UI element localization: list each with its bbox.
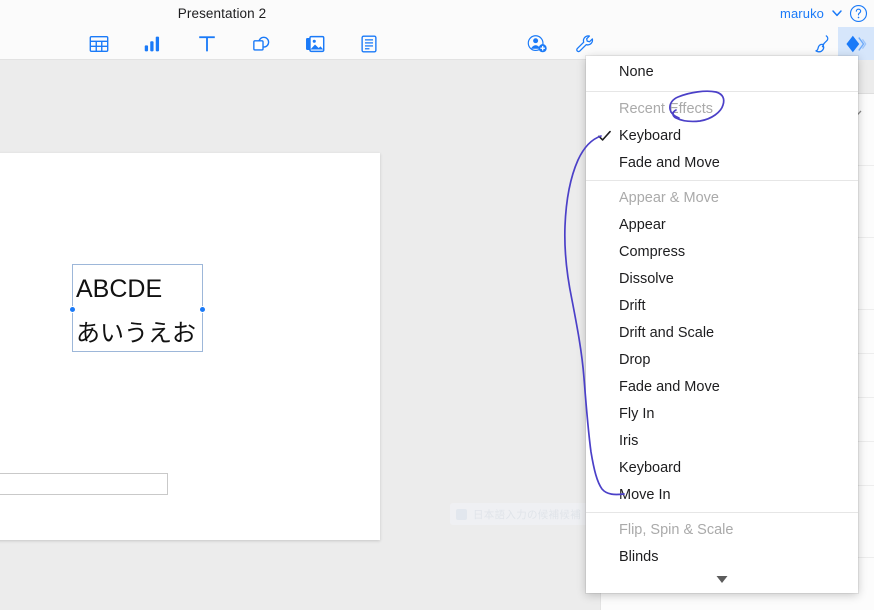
menu-scroll-area[interactable]: None Recent Effects Keyboard Fade and Mo… <box>586 56 858 581</box>
menu-item-drop[interactable]: Drop <box>586 346 858 373</box>
menu-item-move-in[interactable]: Move In <box>586 481 858 508</box>
selected-textbox[interactable]: ABCDE あいうえお <box>69 264 206 352</box>
menu-item-label: Keyboard <box>619 127 682 144</box>
textbox-line-1: ABCDE <box>76 275 163 303</box>
slide-canvas[interactable]: ABCDE あいうえお <box>0 153 380 540</box>
menu-item-drift[interactable]: Drift <box>586 292 858 319</box>
menu-group-flip-spin-and-scale: Flip, Spin & Scale <box>586 516 858 543</box>
menu-item-drift-and-scale[interactable]: Drift and Scale <box>586 319 858 346</box>
resize-handle-left[interactable] <box>69 306 76 313</box>
toolbar-left-group <box>84 27 384 60</box>
media-tool-button[interactable] <box>300 29 330 59</box>
menu-item-label: Keyboard <box>619 459 682 476</box>
menu-group-label: Appear & Move <box>619 189 719 206</box>
ghost-ime-text: 日本語入力の候補候補 <box>473 508 581 521</box>
media-image-icon <box>304 33 326 55</box>
wrench-icon <box>574 33 596 55</box>
caret-down-icon <box>715 571 729 589</box>
menu-item-compress[interactable]: Compress <box>586 238 858 265</box>
animate-diamond-icon <box>844 33 869 55</box>
menu-item-none[interactable]: None <box>586 56 858 87</box>
menu-group-recent-effects: Recent Effects <box>586 95 858 122</box>
collaborate-tool-button[interactable] <box>522 29 552 59</box>
menu-separator <box>586 180 858 181</box>
menu-item-label: Drop <box>619 351 651 368</box>
menu-item-iris[interactable]: Iris <box>586 427 858 454</box>
comment-tool-button[interactable] <box>354 29 384 59</box>
menu-scroll-down-button[interactable] <box>586 567 858 593</box>
menu-separator <box>586 512 858 513</box>
resize-handle-right[interactable] <box>199 306 206 313</box>
table-tool-button[interactable] <box>84 29 114 59</box>
menu-separator <box>586 91 858 92</box>
menu-item-keyboard-recent[interactable]: Keyboard <box>586 122 858 149</box>
slide-text-field[interactable] <box>0 473 168 495</box>
ghost-ime-strip: 日本語入力の候補候補 <box>450 503 602 525</box>
build-effects-menu[interactable]: None Recent Effects Keyboard Fade and Mo… <box>586 56 858 593</box>
menu-item-label: Appear <box>619 216 666 233</box>
menu-item-label: Dissolve <box>619 270 674 287</box>
format-tool-button[interactable] <box>808 29 838 59</box>
menu-item-keyboard[interactable]: Keyboard <box>586 454 858 481</box>
menu-item-label: Iris <box>619 432 639 449</box>
chevron-down-icon[interactable] <box>831 7 842 18</box>
table-icon <box>88 33 110 55</box>
menu-item-label: Compress <box>619 243 686 260</box>
tools-button[interactable] <box>570 29 600 59</box>
menu-item-fade-and-move-recent[interactable]: Fade and Move <box>586 149 858 176</box>
text-tool-button[interactable] <box>192 29 222 59</box>
menu-group-label: Flip, Spin & Scale <box>619 521 734 538</box>
menu-item-label: Blinds <box>619 548 659 565</box>
person-add-icon <box>526 33 548 55</box>
account-area[interactable]: maruko <box>780 0 868 27</box>
menu-item-fade-and-move[interactable]: Fade and Move <box>586 373 858 400</box>
menu-item-label: Fly In <box>619 405 655 422</box>
title-bar: Presentation 2 maruko <box>0 0 874 27</box>
menu-item-label: Fade and Move <box>619 154 720 171</box>
bar-chart-icon <box>142 33 164 55</box>
menu-item-label: Drift and Scale <box>619 324 715 341</box>
menu-item-label: Fade and Move <box>619 378 720 395</box>
paintbrush-icon <box>812 33 834 55</box>
menu-group-label: Recent Effects <box>619 100 714 117</box>
textbox-line-2: あいうえお <box>76 319 196 347</box>
account-name[interactable]: maruko <box>780 6 824 21</box>
menu-item-blinds[interactable]: Blinds <box>586 543 858 570</box>
ghost-square-icon <box>456 508 467 520</box>
question-mark-circle-icon[interactable] <box>849 4 868 23</box>
menu-item-appear[interactable]: Appear <box>586 211 858 238</box>
checkmark-icon <box>598 129 611 142</box>
menu-item-label: Move In <box>619 486 671 503</box>
menu-item-label: None <box>619 63 654 80</box>
app-window: ABCDE あいうえお 日本語入力の候補候補 Presentation 2 ma… <box>0 0 874 610</box>
shape-tool-button[interactable] <box>246 29 276 59</box>
chart-tool-button[interactable] <box>138 29 168 59</box>
menu-item-dissolve[interactable]: Dissolve <box>586 265 858 292</box>
comment-lines-icon <box>358 33 380 55</box>
shape-icon <box>250 33 272 55</box>
menu-item-fly-in[interactable]: Fly In <box>586 400 858 427</box>
menu-group-appear-and-move: Appear & Move <box>586 184 858 211</box>
page-title: Presentation 2 <box>177 6 267 21</box>
menu-item-label: Drift <box>619 297 646 314</box>
text-t-icon <box>196 33 218 55</box>
